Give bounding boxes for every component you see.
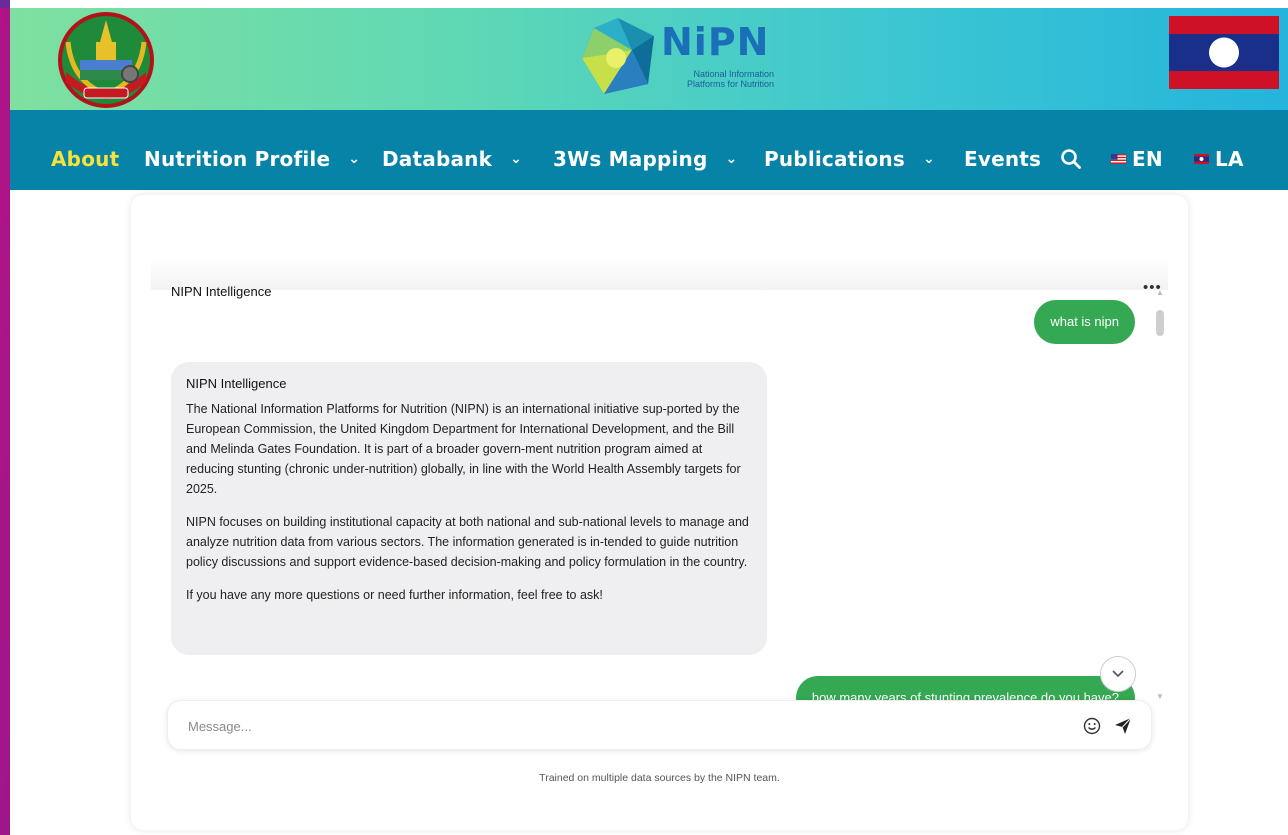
logo-title: NiPN — [661, 20, 770, 64]
page: NiPN National Information Platforms for … — [0, 0, 1288, 835]
nav-publications-label: Publications — [764, 147, 905, 171]
nav-databank[interactable]: Databank ⌄ — [382, 147, 522, 171]
message-input[interactable] — [188, 715, 1068, 737]
nav-3ws-mapping-label: 3Ws Mapping — [553, 147, 708, 171]
scroll-down-arrow-icon[interactable]: ▼ — [1156, 692, 1164, 701]
nav-events-label: Events — [964, 147, 1042, 171]
nav-search-button[interactable] — [1060, 148, 1082, 172]
lang-en-label: EN — [1132, 147, 1163, 171]
logo-subtitle: National Information Platforms for Nutri… — [654, 69, 774, 89]
emoji-icon[interactable] — [1082, 716, 1102, 736]
search-icon — [1061, 149, 1081, 169]
chevron-down-icon: ⌄ — [348, 151, 361, 167]
nav-about-label: About — [51, 147, 120, 171]
assistant-message: NIPN Intelligence The National Informati… — [171, 362, 767, 655]
chevron-down-icon — [1112, 670, 1124, 678]
lao-national-emblem[interactable] — [52, 12, 160, 108]
assistant-paragraph: The National Information Platforms for N… — [186, 402, 741, 496]
laos-flag-icon — [1194, 154, 1209, 164]
header-banner: NiPN National Information Platforms for … — [10, 8, 1288, 110]
laos-flag — [1169, 16, 1279, 89]
message-scrollbar[interactable]: ▲ ▼ — [1154, 288, 1166, 701]
scrollbar-thumb[interactable] — [1156, 310, 1164, 336]
chevron-down-icon: ⌄ — [725, 151, 738, 167]
main-nav: About Nutrition Profile ⌄ Databank ⌄ 3Ws M… — [10, 110, 1288, 190]
nipn-logo[interactable]: NiPN National Information Platforms for … — [576, 14, 776, 100]
message-list[interactable]: what is nipn NIPN Intelligence The Natio… — [151, 290, 1168, 705]
logo-subtitle-line2: Platforms for Nutrition — [686, 79, 774, 89]
nav-about[interactable]: About — [51, 147, 119, 171]
chat-header: NIPN Intelligence ••• — [151, 235, 1168, 299]
us-flag-icon — [1111, 154, 1126, 164]
message-composer — [167, 700, 1152, 750]
send-icon[interactable] — [1112, 715, 1134, 737]
chevron-down-icon: ⌄ — [510, 151, 523, 167]
nav-databank-label: Databank — [382, 147, 493, 171]
chat-widget: NIPN Intelligence ••• what is nipn NIPN … — [131, 195, 1188, 830]
assistant-name: NIPN Intelligence — [186, 376, 287, 391]
scroll-up-arrow-icon[interactable]: ▲ — [1156, 288, 1164, 297]
lang-la-label: LA — [1215, 147, 1244, 171]
nav-3ws-mapping[interactable]: 3Ws Mapping ⌄ — [553, 147, 737, 171]
user-message: what is nipn — [1034, 300, 1135, 344]
assistant-paragraph: NIPN focuses on building institutional c… — [186, 515, 749, 569]
assistant-paragraph: If you have any more questions or need f… — [186, 588, 603, 602]
nav-nutrition-profile-label: Nutrition Profile — [144, 147, 331, 171]
nav-events[interactable]: Events — [964, 147, 1041, 171]
lang-en-button[interactable]: EN — [1111, 147, 1163, 171]
scroll-to-bottom-button[interactable] — [1100, 656, 1136, 692]
nav-nutrition-profile[interactable]: Nutrition Profile ⌄ — [144, 147, 360, 171]
nipn-crystal-icon — [582, 18, 654, 94]
nav-publications[interactable]: Publications ⌄ — [764, 147, 935, 171]
logo-subtitle-line1: National Information — [693, 69, 774, 79]
lang-la-button[interactable]: LA — [1194, 147, 1244, 171]
chat-footer-note: Trained on multiple data sources by the … — [539, 772, 780, 784]
chevron-down-icon: ⌄ — [922, 151, 935, 167]
